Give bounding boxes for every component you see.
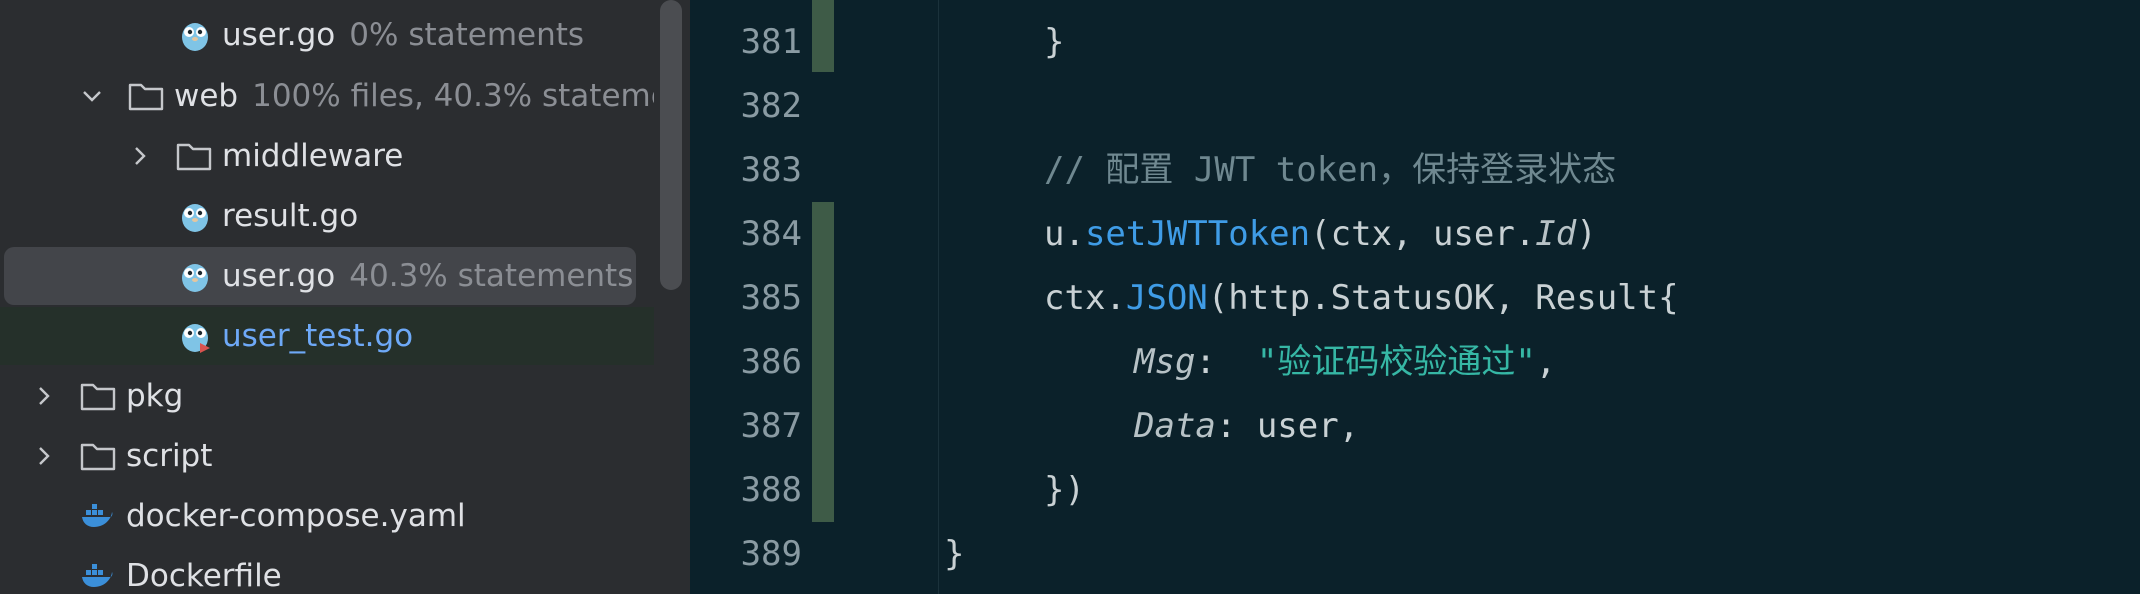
tree-item-result-go[interactable]: result.go: [0, 187, 654, 245]
tree-item-dockerfile[interactable]: Dockerfile: [0, 547, 654, 594]
code-token: }): [1044, 470, 1085, 510]
tree-item-pkg-folder[interactable]: pkg: [0, 367, 654, 425]
tree-item-user-test-go[interactable]: user_test.go: [0, 307, 654, 365]
line-number: 388: [740, 470, 802, 510]
code-token: ctx.: [1044, 278, 1126, 318]
code-string: "验证码校验通过": [1256, 342, 1536, 382]
line-number: 385: [740, 278, 802, 318]
code-token: ): [1576, 214, 1597, 254]
tree-scrollbar[interactable]: [660, 0, 682, 290]
coverage-label: 100% files, 40.3% statemen: [252, 78, 654, 114]
line-number: 389: [740, 534, 802, 574]
tree-item-label: middleware: [222, 138, 404, 174]
tree-item-label: script: [126, 438, 213, 474]
code-token: (http.StatusOK, Result{: [1207, 278, 1679, 318]
code-token: : user,: [1215, 406, 1360, 446]
code-line-386[interactable]: Msg: "验证码校验通过",: [944, 330, 1556, 394]
chevron-right-icon[interactable]: [32, 444, 56, 468]
go-file-icon: [182, 23, 208, 51]
indent-guide: [938, 0, 939, 594]
code-field: Id: [1535, 214, 1577, 254]
project-tree-panel: user.go 0% statements web 100% files, 40.3…: [0, 0, 690, 594]
docker-icon: [82, 504, 113, 527]
chevron-right-icon[interactable]: [128, 144, 152, 168]
line-number: 384: [740, 214, 802, 254]
tree-item-script-folder[interactable]: script: [0, 427, 654, 485]
tree-item-label: web: [174, 78, 239, 114]
tree-item-user-go-selected[interactable]: user.go 40.3% statements: [4, 247, 636, 305]
tree-item-label: user.go: [222, 258, 336, 294]
code-function: setJWTToken: [1084, 214, 1311, 254]
code-field: Data: [1134, 406, 1216, 446]
code-line-388[interactable]: }): [944, 458, 1085, 522]
code-function: JSON: [1125, 278, 1208, 318]
chevron-right-icon[interactable]: [32, 384, 56, 408]
vcs-change-marker[interactable]: [812, 202, 834, 522]
tree-item-label: pkg: [126, 378, 184, 414]
folder-icon: [128, 83, 164, 111]
tree-item-label: user_test.go: [222, 318, 414, 354]
code-comment: // 配置 JWT token，保持登录状态: [1044, 150, 1617, 190]
code-token: (ctx, user.: [1310, 214, 1536, 254]
folder-icon: [176, 143, 212, 171]
docker-icon: [82, 564, 113, 587]
tree-item-label: result.go: [222, 198, 359, 234]
vcs-change-marker[interactable]: [812, 0, 834, 72]
code-token: }: [1044, 22, 1065, 62]
code-token: }: [944, 534, 965, 574]
folder-icon: [80, 443, 116, 471]
line-number: 381: [740, 22, 802, 62]
line-number: 382: [740, 86, 802, 126]
code-field: Msg: [1134, 342, 1196, 382]
line-number: 386: [740, 342, 802, 382]
code-editor[interactable]: 381 382 383 384 385 386 387 388 389 } //…: [690, 0, 2140, 594]
code-line-385[interactable]: ctx.JSON(http.StatusOK, Result{: [944, 266, 1679, 330]
folder-icon: [80, 383, 116, 411]
code-token: :: [1195, 342, 1257, 382]
line-number: 387: [740, 406, 802, 446]
tree-item-label: user.go: [222, 17, 336, 53]
code-line-381[interactable]: }: [944, 10, 1064, 74]
code-token: u.: [1044, 214, 1085, 254]
coverage-label: 0% statements: [349, 17, 585, 53]
code-line-387[interactable]: Data: user,: [944, 394, 1359, 458]
coverage-label: 40.3% statements: [349, 258, 634, 294]
tree-item-middleware-folder[interactable]: middleware: [0, 127, 654, 185]
tree-item-user-go[interactable]: user.go 0% statements: [0, 6, 654, 64]
tree-item-label: Dockerfile: [126, 558, 282, 594]
tree-item-docker-compose[interactable]: docker-compose.yaml: [0, 487, 654, 545]
code-line-389[interactable]: }: [944, 522, 964, 586]
code-line-384[interactable]: u.setJWTToken(ctx, user.Id): [944, 202, 1597, 266]
go-file-icon: [182, 264, 208, 292]
go-test-file-icon: [182, 324, 210, 353]
line-number: 383: [740, 150, 802, 190]
code-token: ,: [1535, 342, 1557, 382]
code-line-383[interactable]: // 配置 JWT token，保持登录状态: [944, 138, 1616, 202]
tree-item-label: docker-compose.yaml: [126, 498, 466, 534]
tree-item-web-folder[interactable]: web 100% files, 40.3% statemen: [0, 67, 654, 125]
go-file-icon: [182, 204, 208, 232]
chevron-down-icon[interactable]: [80, 84, 104, 108]
